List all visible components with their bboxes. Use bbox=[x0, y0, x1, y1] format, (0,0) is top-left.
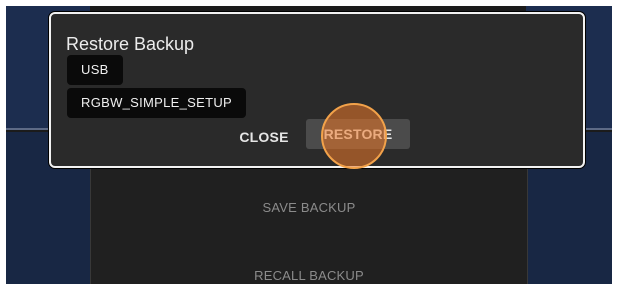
close-button[interactable]: CLOSE bbox=[234, 124, 294, 150]
dialog-title: Restore Backup bbox=[66, 34, 195, 54]
recall-backup-item[interactable]: RECALL BACKUP bbox=[91, 268, 527, 283]
restore-button[interactable]: RESTORE bbox=[306, 119, 410, 149]
restore-backup-dialog: Restore Backup USB RGBW_SIMPLE_SETUP CLO… bbox=[49, 12, 585, 169]
save-backup-item[interactable]: SAVE BACKUP bbox=[91, 200, 527, 215]
source-usb-label[interactable]: USB bbox=[67, 55, 123, 85]
backup-file-label[interactable]: RGBW_SIMPLE_SETUP bbox=[67, 88, 247, 118]
